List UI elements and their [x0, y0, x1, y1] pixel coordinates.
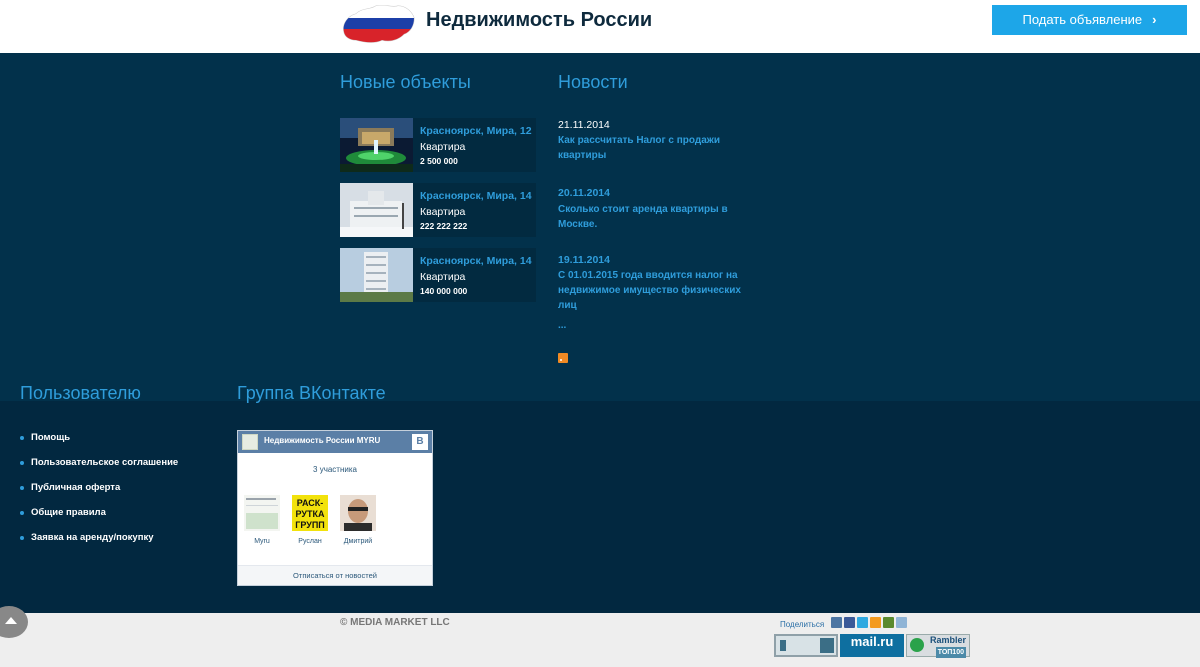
user-link-label: Общие правила — [31, 507, 106, 518]
group-avatar[interactable] — [242, 434, 258, 450]
property-photo[interactable] — [340, 118, 413, 172]
user-links-list: Помощь Пользовательское соглашение Публи… — [20, 432, 178, 557]
svg-text:РУТКА: РУТКА — [296, 509, 325, 519]
member-name: Дмитрий — [343, 538, 373, 545]
object-price: 140 000 000 — [420, 286, 468, 296]
post-ad-button-label: Подать объявление — [1022, 12, 1143, 27]
object-price: 2 500 000 — [420, 156, 458, 166]
user-link[interactable]: Пользовательское соглашение — [20, 457, 178, 482]
share-icons — [831, 617, 907, 628]
user-link[interactable]: Помощь — [20, 432, 178, 457]
user-link[interactable]: Публичная оферта — [20, 482, 178, 507]
rss-icon[interactable] — [558, 353, 568, 363]
user-link-label: Пользовательское соглашение — [31, 457, 179, 468]
user-link-label: Заявка на аренду/покупку — [31, 532, 154, 543]
news-link[interactable]: Как рассчитать Налог с продажи квартиры — [558, 133, 753, 163]
copyright-text: © MEDIA MARKET LLC — [340, 617, 450, 628]
moimir-share-icon[interactable] — [883, 617, 894, 628]
svg-text:ГРУПП: ГРУПП — [295, 520, 325, 530]
new-object-card[interactable]: Красноярск, Мира, 14 Квартира 222 222 22… — [340, 183, 536, 237]
news-date: 21.11.2014 — [558, 119, 610, 131]
bullet-icon — [20, 436, 24, 440]
russia-map-flag-logo[interactable] — [340, 2, 416, 44]
member-avatar[interactable]: РАСК- РУТКА ГРУПП — [292, 495, 328, 531]
vk-member[interactable]: Myru — [244, 495, 280, 545]
facebook-share-icon[interactable] — [844, 617, 855, 628]
rambler-sub-label: ТОП100 — [935, 647, 966, 658]
vk-widget-header: Недвижимость России MYRU В — [238, 431, 432, 453]
rambler-logo-icon — [910, 638, 924, 652]
vk-member[interactable]: Дмитрий — [340, 495, 376, 545]
news-date[interactable]: 20.11.2014 — [558, 187, 610, 199]
object-address[interactable]: Красноярск, Мира, 14 — [420, 255, 532, 267]
property-photo[interactable] — [340, 183, 413, 237]
news-date[interactable]: 19.11.2014 — [558, 254, 610, 266]
vk-unsubscribe-button[interactable]: Отписаться от новостей — [238, 565, 432, 585]
user-link-label: Публичная оферта — [31, 482, 121, 493]
vk-widget: Недвижимость России MYRU В 3 участника M… — [237, 430, 433, 586]
user-link[interactable]: Заявка на аренду/покупку — [20, 532, 178, 557]
twitter-share-icon[interactable] — [857, 617, 868, 628]
object-address[interactable]: Красноярск, Мира, 14 — [420, 190, 532, 202]
member-name: Руслан — [298, 538, 322, 545]
bullet-icon — [20, 511, 24, 515]
bullet-icon — [20, 536, 24, 540]
vk-member[interactable]: РАСК- РУТКА ГРУПП Руслан — [292, 495, 328, 545]
new-object-card[interactable]: Красноярск, Мира, 14 Квартира 140 000 00… — [340, 248, 536, 302]
vk-share-icon[interactable] — [831, 617, 842, 628]
vk-member-count[interactable]: 3 участника — [238, 465, 432, 474]
footer-band — [0, 401, 1200, 613]
svg-text:РАСК-: РАСК- — [297, 498, 323, 508]
member-avatar[interactable] — [340, 495, 376, 531]
member-avatar[interactable] — [244, 495, 280, 531]
site-header: Недвижимость России Подать объявление › — [0, 0, 1200, 53]
mailru-counter[interactable]: mail.ru — [840, 634, 904, 657]
bullet-icon — [20, 486, 24, 490]
odnoklassniki-share-icon[interactable] — [870, 617, 881, 628]
liveinternet-counter[interactable] — [774, 634, 838, 657]
share-label: Поделиться — [780, 620, 825, 629]
chevron-right-icon: › — [1152, 12, 1157, 27]
user-link[interactable]: Общие правила — [20, 507, 178, 532]
news-more-link[interactable]: ... — [558, 320, 566, 331]
news-link[interactable]: С 01.01.2015 года вводится налог на недв… — [558, 268, 753, 313]
vk-group-name[interactable]: Недвижимость России MYRU — [264, 436, 380, 445]
new-object-card[interactable]: Красноярск, Мира, 12 Квартира 2 500 000 — [340, 118, 536, 172]
livejournal-share-icon[interactable] — [896, 617, 907, 628]
object-type: Квартира — [420, 271, 466, 283]
user-link-label: Помощь — [31, 432, 71, 443]
mailru-label: mail.ru — [850, 634, 894, 649]
news-title: Новости — [558, 72, 628, 92]
user-section-title: Пользователю — [20, 383, 141, 403]
member-name: Myru — [254, 538, 270, 545]
new-objects-title: Новые объекты — [340, 72, 471, 92]
object-price: 222 222 222 — [420, 221, 468, 231]
site-title[interactable]: Недвижимость России — [426, 9, 652, 32]
post-ad-button[interactable]: Подать объявление › — [992, 5, 1187, 35]
rambler-top100-counter[interactable]: Rambler ТОП100 — [906, 634, 970, 658]
vk-logo-icon[interactable]: В — [412, 434, 428, 450]
vk-group-title: Группа ВКонтакте — [237, 383, 386, 403]
object-address[interactable]: Красноярск, Мира, 12 — [420, 125, 532, 137]
object-type: Квартира — [420, 141, 466, 153]
news-link[interactable]: Сколько стоит аренда квартиры в Москве. — [558, 202, 753, 232]
bullet-icon — [20, 461, 24, 465]
object-type: Квартира — [420, 206, 466, 218]
property-photo[interactable] — [340, 248, 413, 302]
